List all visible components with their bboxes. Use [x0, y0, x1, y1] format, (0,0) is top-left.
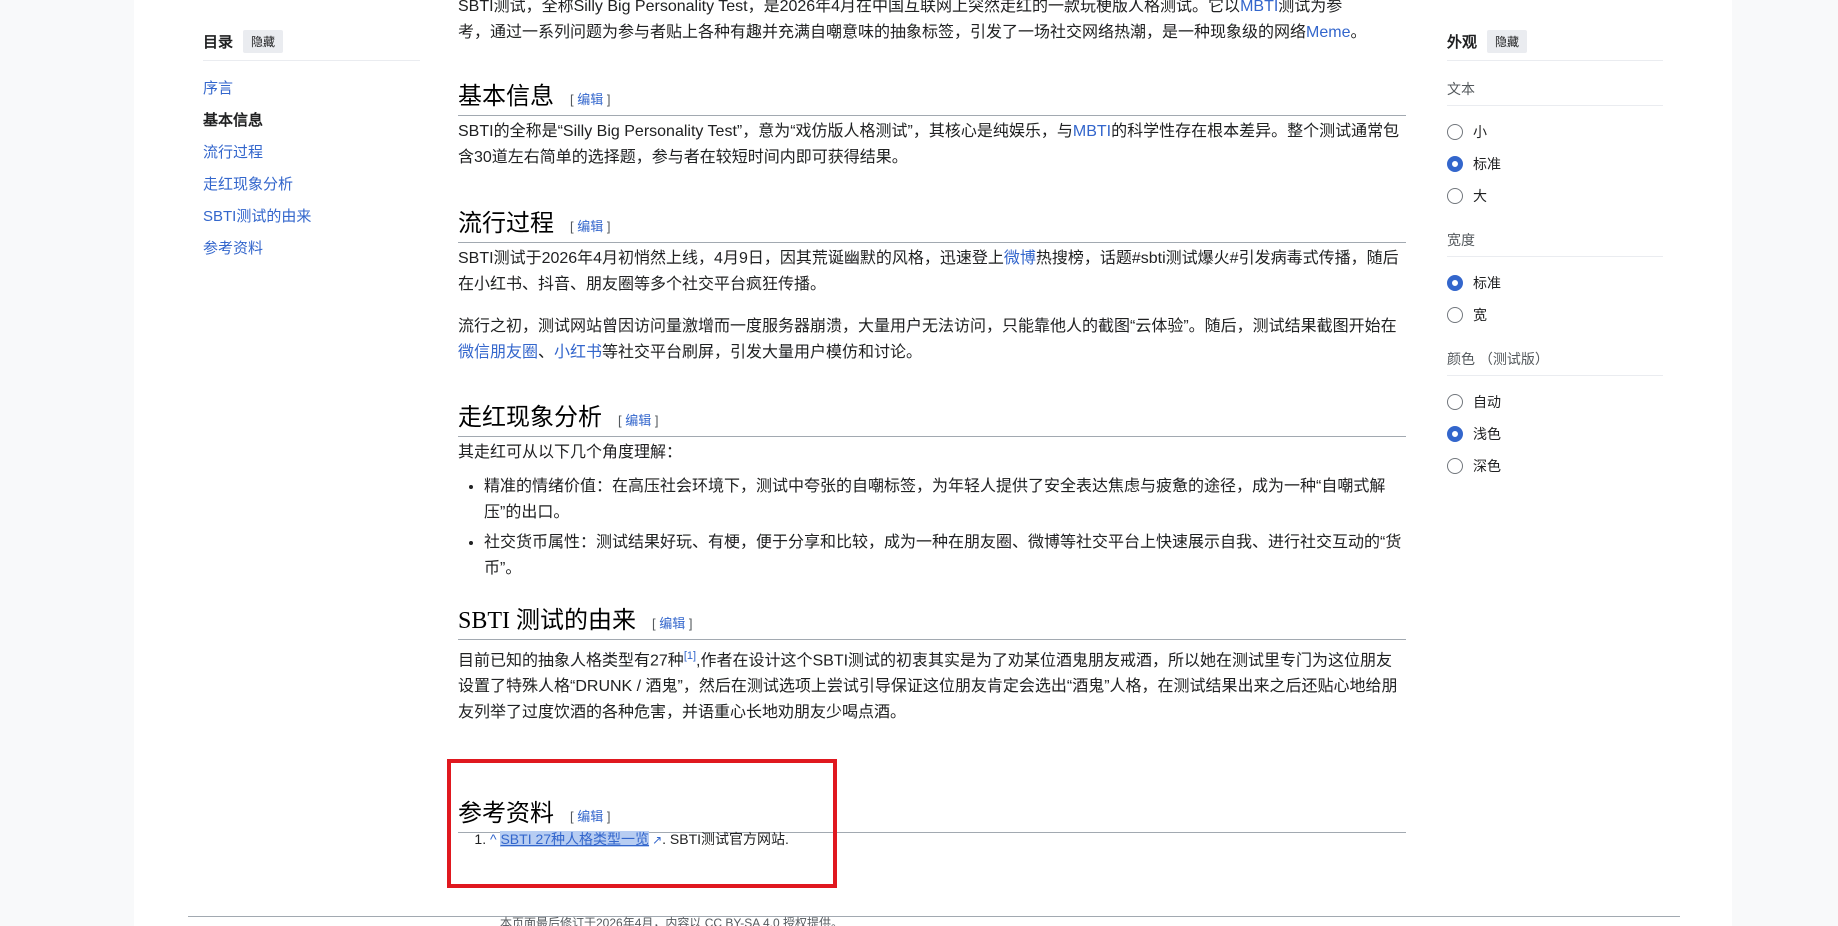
- xiaohongshu-link[interactable]: 小红书: [554, 344, 602, 361]
- origin-text-a: 目前已知的抽象人格类型有27种: [458, 652, 684, 670]
- mbti-link[interactable]: MBTI: [1240, 0, 1278, 15]
- backlink-caret[interactable]: ^: [490, 831, 497, 847]
- heading-references-text: 参考资料: [458, 801, 554, 827]
- width-group-title: 宽度: [1447, 230, 1663, 257]
- citation-link[interactable]: [1]: [684, 650, 696, 662]
- radio-selected-icon[interactable]: [1447, 156, 1463, 172]
- radio-icon[interactable]: [1447, 458, 1463, 474]
- external-link-icon: ↗: [652, 833, 663, 847]
- mbti-link-2[interactable]: MBTI: [1073, 123, 1111, 140]
- option-label: 深色: [1473, 458, 1501, 474]
- option-label: 小: [1473, 124, 1487, 140]
- spread-text-a: SBTI测试于2026年4月初悄然上线，4月9日，因其荒诞幽默的风格，迅速登上: [458, 250, 1004, 267]
- heading-origin: SBTI 测试的由来 [ 编辑 ]: [458, 600, 1406, 640]
- radio-selected-icon[interactable]: [1447, 426, 1463, 442]
- heading-spread: 流行过程 [ 编辑 ]: [458, 203, 1406, 243]
- edit-link[interactable]: 编辑: [577, 809, 603, 824]
- color-light-option[interactable]: 浅色: [1447, 418, 1663, 450]
- heading-spread-text: 流行过程: [458, 211, 554, 237]
- meme-link[interactable]: Meme: [1306, 24, 1350, 41]
- width-standard-option[interactable]: 标准: [1447, 267, 1663, 299]
- radio-icon[interactable]: [1447, 124, 1463, 140]
- text-size-standard-option[interactable]: 标准: [1447, 148, 1663, 180]
- toc-hide-button[interactable]: 隐藏: [243, 29, 284, 53]
- edit-link[interactable]: 编辑: [577, 92, 603, 107]
- appearance-hide-button[interactable]: 隐藏: [1487, 29, 1528, 53]
- edit-section: [ 编辑 ]: [618, 412, 659, 428]
- footer-divider: [188, 916, 1680, 917]
- toc-item-basic[interactable]: 基本信息: [203, 105, 420, 137]
- heading-analysis-text: 走红现象分析: [458, 405, 602, 431]
- reference-link[interactable]: SBTI 27种人格类型一览: [500, 831, 650, 847]
- weibo-link[interactable]: 微博: [1004, 250, 1036, 267]
- edit-link[interactable]: 编辑: [625, 413, 651, 428]
- intro-text-1: SBTI测试，全称Silly Big Personality Test，是202…: [458, 0, 1241, 15]
- appearance-header: 外观 隐藏: [1447, 28, 1663, 61]
- list-item: 社交货币属性：测试结果好玩、有梗，便于分享和比较，成为一种在朋友圈、微博等社交平…: [484, 530, 1406, 582]
- toc-header: 目录 隐藏: [203, 28, 420, 61]
- toc-item-spread[interactable]: 流行过程: [203, 137, 420, 169]
- color-dark-option[interactable]: 深色: [1447, 450, 1663, 482]
- intro-text-1-tail: 测试为参: [1278, 0, 1343, 15]
- reference-tail: . SBTI测试官方网站.: [662, 831, 789, 847]
- appearance-title: 外观: [1447, 33, 1478, 51]
- toc-item-origin[interactable]: SBTI测试的由来: [203, 201, 420, 233]
- radio-selected-icon[interactable]: [1447, 275, 1463, 291]
- references-list: ^ SBTI 27种人格类型一览↗. SBTI测试官方网站.: [458, 828, 1406, 851]
- heading-basic-text: 基本信息: [458, 84, 554, 110]
- analysis-body: 其走红可从以下几个角度理解： 精准的情绪价值：在高压社会环境下，测试中夸张的自嘲…: [458, 440, 1406, 586]
- appearance-panel: 外观 隐藏 文本 小 标准 大 宽度 标准 宽 颜色 （测试版） 自动 浅色 深…: [1447, 28, 1663, 482]
- option-label: 标准: [1473, 275, 1501, 291]
- basic-info-paragraph: SBTI的全称是“Silly Big Personality Test”，意为“…: [458, 119, 1406, 171]
- heading-references: 参考资料 [ 编辑 ]: [458, 793, 1406, 833]
- width-wide-option[interactable]: 宽: [1447, 299, 1663, 331]
- toc-item-intro[interactable]: 序言: [203, 73, 420, 105]
- edit-link[interactable]: 编辑: [659, 616, 685, 631]
- option-label: 标准: [1473, 156, 1501, 172]
- spread-text-c: 流行之初，测试网站曾因访问量激增而一度服务器崩溃，大量用户无法访问，只能靠他人的…: [458, 318, 1397, 335]
- toc-list: 序言 基本信息 流行过程 走红现象分析 SBTI测试的由来 参考资料: [203, 73, 420, 265]
- edit-section: [ 编辑 ]: [570, 218, 611, 234]
- spread-paragraph-2: 流行之初，测试网站曾因访问量激增而一度服务器崩溃，大量用户无法访问，只能靠他人的…: [458, 314, 1406, 366]
- radio-icon[interactable]: [1447, 394, 1463, 410]
- list-item: 精准的情绪价值：在高压社会环境下，测试中夸张的自嘲标签，为年轻人提供了安全表达焦…: [484, 474, 1406, 526]
- text-size-large-option[interactable]: 大: [1447, 180, 1663, 212]
- edit-section: [ 编辑 ]: [570, 808, 611, 824]
- analysis-list: 精准的情绪价值：在高压社会环境下，测试中夸张的自嘲标签，为年轻人提供了安全表达焦…: [458, 474, 1406, 582]
- analysis-intro: 其走红可从以下几个角度理解：: [458, 444, 683, 461]
- origin-paragraph: 目前已知的抽象人格类型有27种[1],作者在设计这个SBTI测试的初衷其实是为了…: [458, 643, 1406, 726]
- intro-text-2-tail: 。: [1350, 24, 1367, 41]
- option-label: 浅色: [1473, 426, 1501, 442]
- toc-item-analysis[interactable]: 走红现象分析: [203, 169, 420, 201]
- footer-text: 本页面最后修订于2026年4月，内容以 CC BY-SA 4.0 授权提供。: [500, 916, 843, 926]
- spread-text-d: 等社交平台刷屏，引发大量用户模仿和讨论。: [602, 344, 923, 361]
- intro-text-2: 考，通过一系列问题为参与者贴上各种有趣并充满自嘲意味的抽象标签，引发了一场社交网…: [458, 24, 1307, 41]
- text-size-group-title: 文本: [1447, 79, 1663, 106]
- edit-section: [ 编辑 ]: [652, 615, 693, 631]
- edit-link[interactable]: 编辑: [577, 219, 603, 234]
- radio-icon[interactable]: [1447, 188, 1463, 204]
- color-auto-option[interactable]: 自动: [1447, 386, 1663, 418]
- option-label: 宽: [1473, 307, 1487, 323]
- edit-section: [ 编辑 ]: [570, 91, 611, 107]
- toc-item-references[interactable]: 参考资料: [203, 233, 420, 265]
- heading-origin-text: SBTI 测试的由来: [458, 608, 637, 634]
- text-size-small-option[interactable]: 小: [1447, 116, 1663, 148]
- radio-icon[interactable]: [1447, 307, 1463, 323]
- option-label: 自动: [1473, 394, 1501, 410]
- option-label: 大: [1473, 188, 1487, 204]
- intro-paragraph: SBTI测试，全称Silly Big Personality Test，是202…: [458, 0, 1406, 46]
- spread-paragraph-1: SBTI测试于2026年4月初悄然上线，4月9日，因其荒诞幽默的风格，迅速登上微…: [458, 246, 1406, 298]
- reference-item: ^ SBTI 27种人格类型一览↗. SBTI测试官方网站.: [490, 828, 1406, 851]
- toc-title: 目录: [203, 33, 234, 51]
- basic-text-a: SBTI的全称是“Silly Big Personality Test”，意为“…: [458, 123, 1073, 140]
- heading-basic-info: 基本信息 [ 编辑 ]: [458, 76, 1406, 116]
- color-group-title: 颜色 （测试版）: [1447, 349, 1663, 376]
- table-of-contents: 目录 隐藏 序言 基本信息 流行过程 走红现象分析 SBTI测试的由来 参考资料: [203, 28, 420, 265]
- heading-analysis: 走红现象分析 [ 编辑 ]: [458, 397, 1406, 437]
- wechat-moments-link[interactable]: 微信朋友圈: [458, 344, 538, 361]
- spread-sep: 、: [538, 344, 555, 361]
